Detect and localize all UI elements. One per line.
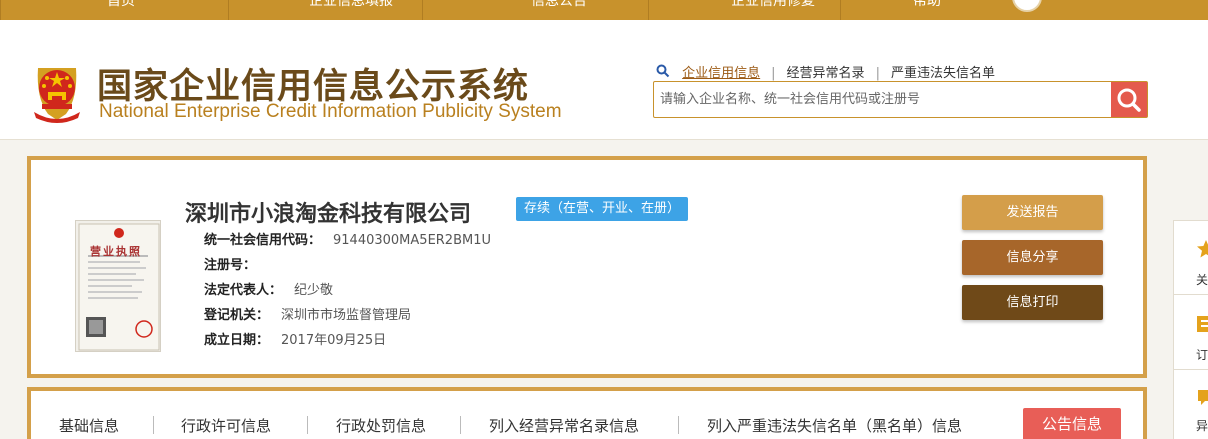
- search-type-links: 企业信用信息 | 经营异常名录 | 严重违法失信名单: [656, 62, 1006, 81]
- company-card: 营业执照 深圳市小浪淘金科技有限公司 存续（在营、开业、在册） 统一社会信用代码…: [27, 156, 1147, 378]
- link-enterprise-credit[interactable]: 企业信用信息: [674, 62, 771, 81]
- float-label: 异: [1196, 419, 1208, 433]
- chat-bubble-icon: [1198, 390, 1208, 405]
- search-box: [653, 81, 1148, 118]
- search-icon: [656, 64, 670, 78]
- tab-basic-info[interactable]: 基础信息: [59, 415, 119, 436]
- site-header: 国家企业信用信息公示系统 National Enterprise Credit …: [0, 20, 1208, 140]
- link-blacklist[interactable]: 严重违法失信名单: [880, 62, 1006, 81]
- nav-item-repair[interactable]: 企业信用修复: [648, 0, 840, 20]
- field-label: 注册号：: [204, 258, 257, 273]
- national-emblem-icon: [34, 68, 80, 123]
- float-label: 关: [1196, 273, 1208, 287]
- site-subtitle: National Enterprise Credit Information P…: [99, 101, 562, 122]
- field-label: 登记机关：: [204, 308, 270, 323]
- field-label: 法定代表人：: [204, 283, 283, 298]
- nav-item-notice[interactable]: 信息公告: [422, 0, 648, 20]
- field-credit-code: 统一社会信用代码： 91440300MA5ER2BM1U: [204, 229, 491, 248]
- search-button[interactable]: [1111, 82, 1147, 117]
- link-abnormal-list[interactable]: 经营异常名录: [776, 62, 876, 81]
- tab-announcements[interactable]: 公告信息: [1023, 408, 1121, 439]
- nav-item-label: 首页: [107, 0, 135, 9]
- tab-abnormal-list[interactable]: 列入经营异常名录信息: [489, 415, 639, 436]
- tab-divider: [678, 416, 679, 434]
- subscribe-icon: [1197, 316, 1208, 332]
- tab-divider: [307, 416, 308, 434]
- nav-item-help[interactable]: 帮助: [840, 0, 1000, 20]
- company-name: 深圳市小浪淘金科技有限公司: [185, 202, 472, 227]
- nav-item-report[interactable]: 企业信息填报: [228, 0, 422, 20]
- license-title: 营业执照: [90, 245, 142, 258]
- field-value: 2017年09月25日: [281, 333, 387, 348]
- nav-item-label: 帮助: [913, 0, 941, 9]
- search-input[interactable]: [654, 82, 1109, 117]
- field-label: 统一社会信用代码：: [204, 233, 322, 248]
- status-badge: 存续（在营、开业、在册）: [516, 197, 689, 221]
- float-label: 订: [1196, 348, 1208, 362]
- field-value: 深圳市市场监督管理局: [281, 308, 412, 323]
- field-label: 成立日期：: [204, 333, 270, 348]
- tab-divider: [460, 416, 461, 434]
- user-avatar[interactable]: [1012, 0, 1042, 12]
- tab-divider: [153, 416, 154, 434]
- subscribe-button[interactable]: 订: [1174, 296, 1208, 370]
- top-nav: 首页 企业信息填报 信息公告 企业信用修复 帮助: [0, 0, 1208, 20]
- share-info-button[interactable]: 信息分享: [962, 240, 1103, 275]
- objection-button[interactable]: 异: [1174, 371, 1208, 439]
- field-value: 91440300MA5ER2BM1U: [333, 233, 492, 248]
- nav-item-home[interactable]: 首页: [0, 0, 228, 20]
- license-thumbnail-icon: [78, 223, 160, 351]
- field-reg-number: 注册号：: [204, 254, 268, 273]
- business-license-image: 营业执照: [75, 220, 161, 352]
- tab-admin-penalty[interactable]: 行政处罚信息: [336, 415, 426, 436]
- nav-item-label: 信息公告: [531, 0, 587, 9]
- field-founded-date: 成立日期： 2017年09月25日: [204, 329, 386, 348]
- field-legal-rep: 法定代表人： 纪少敬: [204, 279, 333, 298]
- star-icon: [1197, 240, 1208, 258]
- field-value: 纪少敬: [294, 283, 334, 298]
- nav-item-label: 企业信息填报: [309, 0, 393, 9]
- send-report-button[interactable]: 发送报告: [962, 195, 1103, 230]
- floating-side-panel: 关 订 异: [1173, 220, 1208, 439]
- info-tabs: 基础信息 行政许可信息 行政处罚信息 列入经营异常名录信息 列入严重违法失信名单…: [27, 387, 1147, 439]
- nav-item-label: 企业信用修复: [731, 0, 815, 9]
- tab-admin-license[interactable]: 行政许可信息: [181, 415, 271, 436]
- magnifier-icon: [1117, 88, 1141, 112]
- tab-blacklist[interactable]: 列入严重违法失信名单（黑名单）信息: [707, 415, 962, 436]
- follow-button[interactable]: 关: [1174, 221, 1208, 295]
- field-reg-authority: 登记机关： 深圳市市场监督管理局: [204, 304, 411, 323]
- print-info-button[interactable]: 信息打印: [962, 285, 1103, 320]
